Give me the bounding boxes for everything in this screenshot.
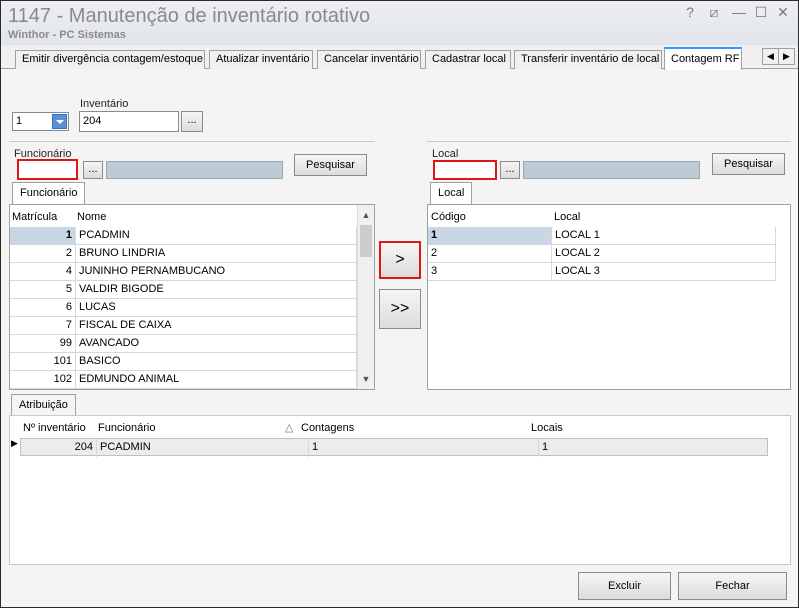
- tab-transferir-inventario[interactable]: Transferir inventário de local: [514, 50, 662, 69]
- inventario-field[interactable]: 204: [79, 111, 179, 132]
- tab-contagem-rf[interactable]: Contagem RF: [664, 47, 742, 70]
- chevron-down-icon[interactable]: [52, 114, 67, 129]
- funcionario-name-field: [106, 161, 283, 179]
- scroll-up-icon[interactable]: ▲: [358, 207, 374, 223]
- restore-docked-icon[interactable]: ⧄: [704, 4, 724, 21]
- tab-cancelar-inventario[interactable]: Cancelar inventário: [317, 50, 421, 69]
- local-label: Local: [432, 148, 459, 160]
- local-lookup-button[interactable]: ...: [500, 161, 520, 179]
- local-name-field: [523, 161, 700, 179]
- title-bar: 1147 - Manutenção de inventário rotativo…: [1, 1, 798, 45]
- app-window: 1147 - Manutenção de inventário rotativo…: [0, 0, 799, 608]
- funcionario-scrollbar[interactable]: ▲ ▼: [357, 205, 374, 389]
- tab-atribuicao[interactable]: Atribuição: [11, 394, 76, 416]
- table-row[interactable]: 3 LOCAL 3: [428, 263, 776, 281]
- atribuicao-grid: Nº inventário Funcionário △ Contagens Lo…: [9, 415, 791, 565]
- add-selected-button[interactable]: >: [379, 241, 421, 279]
- col-locais[interactable]: Locais: [531, 422, 563, 434]
- col-codigo[interactable]: Código: [431, 211, 466, 223]
- col-local[interactable]: Local: [554, 211, 580, 223]
- table-row[interactable]: 5 VALDIR BIGODE: [10, 281, 357, 299]
- sort-ascending-icon: △: [285, 422, 294, 434]
- add-all-button[interactable]: >>: [379, 289, 421, 329]
- table-row[interactable]: 7 FISCAL DE CAIXA: [10, 317, 357, 335]
- table-row[interactable]: 102 EDMUNDO ANIMAL: [10, 371, 357, 389]
- window-title: 1147 - Manutenção de inventário rotativo: [8, 5, 371, 27]
- table-row[interactable]: 4 JUNINHO PERNAMBUCANO: [10, 263, 357, 281]
- table-row[interactable]: 101 BASICO: [10, 353, 357, 371]
- table-row[interactable]: 2 LOCAL 2: [428, 245, 776, 263]
- help-icon[interactable]: ?: [680, 4, 700, 20]
- table-row[interactable]: 204 PCADMIN 1 1: [20, 438, 768, 457]
- local-code-field[interactable]: [433, 160, 497, 180]
- local-search-button[interactable]: Pesquisar: [712, 153, 785, 175]
- col-nome[interactable]: Nome: [77, 211, 106, 223]
- col-matricula[interactable]: Matrícula: [12, 211, 57, 223]
- col-contagens[interactable]: Contagens: [301, 422, 354, 434]
- funcionario-grid: Matrícula Nome 1 PCADMIN 2 BRUNO LINDRIA…: [9, 204, 375, 390]
- tab-funcionario[interactable]: Funcionário: [12, 182, 86, 204]
- filial-combo-value: 1: [16, 115, 23, 127]
- inventario-label: Inventário: [80, 98, 129, 110]
- window-subtitle: Winthor - PC Sistemas: [8, 29, 126, 41]
- minimize-icon[interactable]: —: [729, 4, 749, 20]
- col-numero-inventario[interactable]: Nº inventário: [23, 422, 86, 434]
- row-indicator-icon: ▶: [11, 438, 18, 448]
- tab-bar: Emitir divergência contagem/estoque Atua…: [1, 45, 798, 70]
- funcionario-code-field[interactable]: [17, 159, 78, 180]
- filial-combo[interactable]: 1: [12, 112, 69, 131]
- tab-scroll-right-icon[interactable]: ▶: [778, 48, 795, 65]
- table-row[interactable]: 2 BRUNO LINDRIA: [10, 245, 357, 263]
- table-row[interactable]: 1 PCADMIN: [10, 227, 357, 245]
- inventario-lookup-button[interactable]: ...: [181, 111, 203, 132]
- scroll-down-icon[interactable]: ▼: [358, 371, 374, 387]
- maximize-icon[interactable]: ☐: [751, 4, 771, 21]
- tab-local[interactable]: Local: [430, 182, 473, 204]
- funcionario-search-button[interactable]: Pesquisar: [294, 154, 367, 176]
- excluir-button[interactable]: Excluir: [578, 572, 671, 600]
- table-row[interactable]: 6 LUCAS: [10, 299, 357, 317]
- col-funcionario[interactable]: Funcionário: [98, 422, 155, 434]
- tab-scroll-left-icon[interactable]: ◀: [762, 48, 779, 65]
- table-row[interactable]: 1 LOCAL 1: [428, 227, 776, 245]
- local-grid: Código Local 1 LOCAL 1 2 LOCAL 2 3 LOCAL…: [427, 204, 791, 390]
- tab-emitir-divergencia[interactable]: Emitir divergência contagem/estoque: [15, 50, 205, 69]
- tab-cadastrar-local[interactable]: Cadastrar local: [425, 50, 511, 69]
- tab-atualizar-inventario[interactable]: Atualizar inventário: [209, 50, 313, 69]
- close-icon[interactable]: ✕: [773, 4, 793, 21]
- fechar-button[interactable]: Fechar: [678, 572, 787, 600]
- table-row[interactable]: 99 AVANCADO: [10, 335, 357, 353]
- scroll-thumb[interactable]: [360, 225, 372, 257]
- funcionario-lookup-button[interactable]: ...: [83, 161, 103, 179]
